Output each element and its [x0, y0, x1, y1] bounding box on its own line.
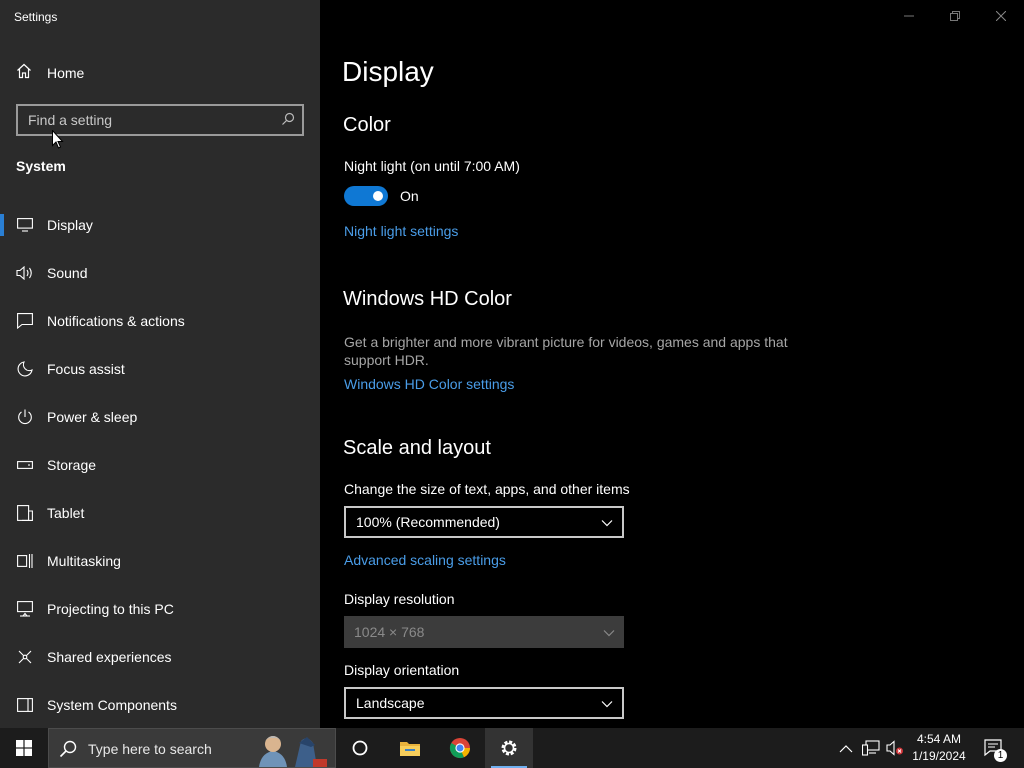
sidebar-item-tablet[interactable]: Tablet [0, 495, 320, 531]
taskbar-clock[interactable]: 4:54 AM 1/19/2024 [904, 731, 974, 765]
color-heading: Color [343, 114, 391, 136]
restore-icon [950, 11, 960, 21]
sidebar-item-label: Power & sleep [47, 409, 138, 425]
close-icon [996, 11, 1006, 21]
sidebar-item-label: Shared experiences [47, 649, 172, 665]
sidebar-home[interactable]: Home [16, 62, 306, 84]
network-icon[interactable] [861, 740, 880, 761]
sidebar-item-shared-experiences[interactable]: Shared experiences [0, 639, 320, 675]
taskbar: Type here to search 4:54 AM 1/19/2024 1 [0, 728, 1024, 768]
scale-dropdown-value: 100% (Recommended) [356, 514, 500, 530]
sidebar-item-label: System Components [47, 697, 177, 713]
settings-taskbar-button[interactable] [485, 728, 533, 768]
chrome-icon [449, 738, 471, 759]
section-label: System [16, 158, 66, 174]
multitasking-icon [16, 553, 34, 569]
advanced-scaling-link[interactable]: Advanced scaling settings [344, 552, 506, 568]
orientation-dropdown[interactable]: Landscape [344, 687, 624, 719]
power-icon [16, 409, 34, 425]
home-icon [16, 63, 32, 84]
sidebar-item-label: Projecting to this PC [47, 601, 174, 617]
selection-indicator [0, 214, 4, 236]
night-light-toggle[interactable] [344, 186, 388, 206]
storage-icon [16, 457, 34, 473]
sidebar-item-focus-assist[interactable]: Focus assist [0, 351, 320, 387]
search-icon[interactable] [281, 112, 295, 131]
sidebar-item-multitasking[interactable]: Multitasking [0, 543, 320, 579]
orientation-dropdown-value: Landscape [356, 695, 425, 711]
sidebar-item-label: Display [47, 217, 93, 233]
chevron-down-icon [603, 626, 615, 644]
hd-color-settings-link[interactable]: Windows HD Color settings [344, 376, 514, 392]
mouse-cursor-icon [52, 129, 64, 154]
cortana-circle-icon [352, 740, 368, 756]
restore-button[interactable] [932, 0, 978, 32]
search-input[interactable] [28, 111, 278, 129]
night-light-settings-link[interactable]: Night light settings [344, 223, 458, 239]
close-button[interactable] [978, 0, 1024, 32]
scale-layout-heading: Scale and layout [343, 437, 491, 459]
sidebar-item-label: Storage [47, 457, 97, 473]
size-label: Change the size of text, apps, and other… [344, 481, 630, 497]
start-button[interactable] [0, 728, 48, 768]
scale-dropdown[interactable]: 100% (Recommended) [344, 506, 624, 538]
sidebar-item-notifications[interactable]: Notifications & actions [0, 303, 320, 339]
chevron-down-icon [601, 697, 613, 715]
file-explorer-button[interactable] [386, 728, 434, 768]
volume-muted-icon[interactable] [886, 740, 904, 761]
sidebar-item-sound[interactable]: Sound [0, 255, 320, 291]
moon-icon [16, 361, 34, 377]
minimize-button[interactable] [886, 0, 932, 32]
chevron-down-icon [601, 516, 613, 534]
tablet-icon [16, 505, 34, 521]
sidebar-item-system-components[interactable]: System Components [0, 687, 320, 723]
taskbar-search-box[interactable]: Type here to search [48, 728, 336, 768]
sidebar-item-storage[interactable]: Storage [0, 447, 320, 483]
sidebar-item-power-sleep[interactable]: Power & sleep [0, 399, 320, 435]
page-title: Display [342, 56, 434, 87]
folder-icon [400, 742, 420, 756]
sidebar-item-label: Notifications & actions [47, 313, 185, 329]
sidebar-item-display[interactable]: Display [0, 207, 320, 243]
monitor-icon [16, 217, 34, 233]
notification-icon [16, 313, 34, 329]
sidebar-item-projecting[interactable]: Projecting to this PC [0, 591, 320, 627]
hd-color-description: Get a brighter and more vibrant picture … [344, 334, 788, 368]
projecting-icon [16, 601, 34, 617]
sidebar: Settings Home System Display Sound Notif… [0, 0, 320, 728]
search-icon [59, 740, 77, 763]
main-content: Display Color Night light (on until 7:00… [320, 0, 1024, 728]
sidebar-item-label: Focus assist [47, 361, 125, 377]
task-view-button[interactable] [336, 728, 384, 768]
windows-logo-icon [16, 740, 32, 756]
app-title: Settings [14, 10, 58, 24]
taskbar-search-text: Type here to search [88, 741, 212, 757]
resolution-dropdown[interactable]: 1024 × 768 [344, 616, 624, 648]
toggle-state-label: On [400, 188, 419, 204]
notification-count-badge: 1 [994, 749, 1007, 762]
resolution-dropdown-value: 1024 × 768 [354, 624, 425, 640]
hd-color-heading: Windows HD Color [343, 288, 512, 310]
gear-icon [501, 740, 517, 756]
clock-date: 1/19/2024 [912, 749, 966, 763]
resolution-label: Display resolution [344, 591, 455, 607]
speaker-icon [16, 265, 34, 281]
search-highlight-illustration-icon [255, 731, 329, 767]
system-components-icon [16, 697, 34, 713]
sidebar-item-label: Sound [47, 265, 88, 281]
clock-time: 4:54 AM [916, 732, 962, 746]
minimize-icon [904, 15, 914, 17]
sidebar-item-label: Multitasking [47, 553, 121, 569]
shared-experiences-icon [16, 649, 34, 665]
chevron-up-icon[interactable] [839, 741, 853, 759]
sidebar-item-label: Tablet [47, 505, 85, 521]
action-center-button[interactable]: 1 [972, 728, 1016, 768]
night-light-label: Night light (on until 7:00 AM) [344, 158, 520, 174]
chrome-button[interactable] [436, 728, 484, 768]
orientation-label: Display orientation [344, 662, 460, 678]
toggle-knob [373, 191, 383, 201]
sidebar-home-label: Home [47, 65, 85, 81]
